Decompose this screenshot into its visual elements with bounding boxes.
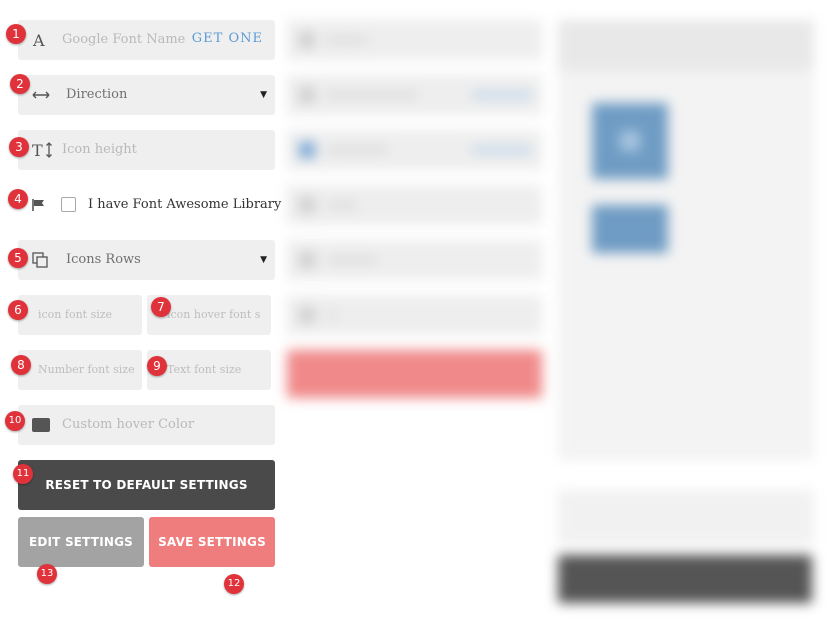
icons-rows-value: Icons Rows	[66, 252, 141, 267]
marker-13: 13	[37, 564, 57, 584]
marker-10: 10	[5, 411, 25, 431]
horizontal-arrows-icon	[32, 75, 50, 115]
bg-dark-button	[558, 555, 812, 603]
font-awesome-label: I have Font Awesome Library	[88, 197, 282, 212]
icon-height-field[interactable]: T Icon height	[18, 130, 275, 170]
flag-icon	[32, 185, 46, 225]
color-swatch[interactable]	[32, 418, 50, 432]
direction-value: Direction	[66, 87, 128, 102]
caret-down-icon: ▼	[260, 255, 267, 265]
marker-4: 4	[8, 189, 28, 209]
marker-6: 6	[8, 300, 28, 320]
reset-defaults-button[interactable]: RESET TO DEFAULT SETTINGS	[18, 460, 275, 510]
bg-red-button	[287, 350, 542, 398]
caret-down-icon: ▼	[260, 90, 267, 100]
marker-3: 3	[9, 137, 29, 157]
icon-font-size-field[interactable]: icon font size	[18, 295, 142, 335]
bg-field	[287, 240, 542, 280]
save-settings-button[interactable]: SAVE SETTINGS	[149, 517, 275, 567]
text-height-icon: T	[32, 130, 54, 170]
marker-12: 12	[224, 574, 244, 594]
google-font-field[interactable]: A Google Font Name GET ONE	[18, 20, 275, 60]
font-awesome-option: I have Font Awesome Library	[18, 185, 281, 225]
get-one-link[interactable]: GET ONE	[192, 20, 263, 58]
marker-5: 5	[8, 248, 28, 268]
font-awesome-checkbox[interactable]	[61, 197, 76, 212]
marker-7: 7	[151, 297, 171, 317]
bg-panel	[558, 490, 814, 545]
marker-8: 8	[11, 355, 31, 375]
bg-icon-tile	[592, 205, 668, 253]
custom-hover-color-placeholder: Custom hover Color	[62, 417, 195, 432]
svg-text:T: T	[32, 141, 43, 159]
google-font-placeholder: Google Font Name	[62, 32, 186, 47]
bg-field	[287, 295, 542, 335]
marker-1: 1	[6, 24, 26, 44]
settings-panel: A Google Font Name GET ONE Direction ▼ T…	[0, 0, 284, 634]
custom-hover-color-field[interactable]: Custom hover Color	[18, 405, 275, 445]
marker-2: 2	[10, 74, 30, 94]
bg-panel-header	[558, 20, 814, 70]
number-font-size-field[interactable]: Number font size	[18, 350, 142, 390]
marker-11: 11	[13, 464, 33, 484]
icon-height-placeholder: Icon height	[62, 142, 137, 157]
icons-rows-select[interactable]: Icons Rows ▼	[18, 240, 275, 280]
bg-field	[287, 75, 542, 115]
direction-select[interactable]: Direction ▼	[18, 75, 275, 115]
bg-icon-tile	[592, 103, 668, 179]
bg-field	[287, 185, 542, 225]
marker-9: 9	[147, 356, 167, 376]
bg-field	[287, 20, 542, 60]
letter-a-icon: A	[32, 20, 48, 60]
copy-icon	[32, 240, 48, 280]
svg-text:A: A	[32, 32, 45, 48]
edit-settings-button[interactable]: EDIT SETTINGS	[18, 517, 144, 567]
bg-field	[287, 130, 542, 170]
